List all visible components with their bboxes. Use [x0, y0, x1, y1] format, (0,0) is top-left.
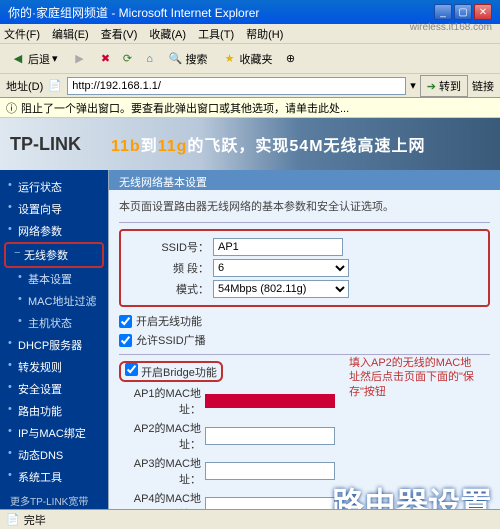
ap1-mac-label: AP1的MAC地址： [119, 385, 201, 417]
wireless-checkbox[interactable] [119, 315, 132, 328]
minimize-button[interactable]: _ [434, 4, 452, 20]
close-button[interactable]: ✕ [474, 4, 492, 20]
window-titlebar: 你的·家庭组网频道 - Microsoft Internet Explorer … [0, 0, 500, 24]
banner-text: 11b到11g的飞跃，实现54M无线高速上网 [111, 132, 426, 156]
sidebar-item-basic[interactable]: 基本设置 [0, 268, 108, 290]
ssid-broadcast-label: 允许SSID广播 [136, 332, 206, 348]
mode-label: 模式： [127, 281, 209, 297]
logo: TP-LINK [10, 134, 81, 155]
addressbar: 地址(D) 📄 ▾ ➔ 转到 链接 [0, 74, 500, 98]
channel-select[interactable]: 6 [213, 259, 349, 277]
sidebar-item-ipmac[interactable]: IP与MAC绑定 [0, 422, 108, 444]
sidebar-item-network[interactable]: 网络参数 [0, 220, 108, 242]
panel-title: 无线网络基本设置 [109, 170, 500, 190]
go-button[interactable]: ➔ 转到 [420, 75, 468, 97]
links-label[interactable]: 链接 [472, 78, 494, 94]
menu-tools[interactable]: 工具(T) [198, 26, 234, 42]
ssid-input[interactable] [213, 238, 343, 256]
done-icon: 📄 [6, 513, 20, 526]
sidebar-item-macfilter[interactable]: MAC地址过滤 [0, 290, 108, 312]
infobar[interactable]: ⓘ 阻止了一个弹出窗口。要查看此弹出窗口或其他选项，请单击此处... [0, 98, 500, 118]
menu-file[interactable]: 文件(F) [4, 26, 40, 42]
bridge-highlight: 开启Bridge功能 [119, 361, 223, 382]
go-icon: ➔ [427, 81, 436, 93]
sidebar-item-ddns[interactable]: 动态DNS [0, 444, 108, 466]
star-icon: ★ [222, 51, 238, 67]
ssid-broadcast-checkbox[interactable] [119, 334, 132, 347]
ap2-mac-input[interactable] [205, 427, 335, 445]
maximize-button[interactable]: ▢ [454, 4, 472, 20]
info-icon: ⓘ [6, 100, 17, 116]
stop-icon[interactable]: ✖ [98, 51, 114, 67]
window-controls: _ ▢ ✕ [434, 4, 492, 20]
menu-edit[interactable]: 编辑(E) [52, 26, 89, 42]
back-button[interactable]: ◀ 后退 ▾ [6, 49, 62, 69]
sidebar-item-dhcp[interactable]: DHCP服务器 [0, 334, 108, 356]
history-icon[interactable]: ⊕ [283, 51, 299, 67]
ap4-mac-input[interactable] [205, 497, 335, 509]
favorites-button[interactable]: ★收藏夹 [218, 49, 277, 69]
search-icon: 🔍 [168, 51, 184, 67]
ap3-mac-label: AP3的MAC地址： [119, 455, 201, 487]
statusbar: 📄 完毕 [0, 509, 500, 529]
sidebar-item-routing[interactable]: 路由功能 [0, 400, 108, 422]
window-title: 你的·家庭组网频道 - Microsoft Internet Explorer [8, 4, 259, 21]
watermark-top: wireless.it168.com [410, 22, 492, 33]
sidebar-item-wireless[interactable]: 无线参数 [4, 242, 104, 268]
banner: TP-LINK 11b到11g的飞跃，实现54M无线高速上网 [0, 118, 500, 170]
main-panel: 无线网络基本设置 本页面设置路由器无线网络的基本参数和安全认证选项。 SSID号… [108, 170, 500, 509]
ssid-group-highlight: SSID号： 频 段：6 模式：54Mbps (802.11g) [119, 229, 490, 307]
status-text: 完毕 [24, 512, 46, 528]
sidebar-item-forward[interactable]: 转发规则 [0, 356, 108, 378]
ap3-mac-input[interactable] [205, 462, 335, 480]
menu-fav[interactable]: 收藏(A) [149, 26, 186, 42]
sidebar-item-security[interactable]: 安全设置 [0, 378, 108, 400]
refresh-icon[interactable]: ⟳ [120, 51, 136, 67]
address-label: 地址(D) [6, 78, 43, 94]
menu-view[interactable]: 查看(V) [101, 26, 138, 42]
home-icon[interactable]: ⌂ [142, 51, 158, 67]
menu-help[interactable]: 帮助(H) [246, 26, 283, 42]
toolbar: ◀ 后退 ▾ ▶ ✖ ⟳ ⌂ 🔍搜索 ★收藏夹 ⊕ [0, 44, 500, 74]
ssid-label: SSID号： [127, 239, 209, 255]
panel-desc: 本页面设置路由器无线网络的基本参数和安全认证选项。 [119, 198, 490, 214]
ap4-mac-label: AP4的MAC地址： [119, 490, 201, 509]
search-button[interactable]: 🔍搜索 [164, 49, 212, 69]
chevron-down-icon: ▾ [52, 52, 58, 65]
sidebar-item-system[interactable]: 系统工具 [0, 466, 108, 488]
back-icon: ◀ [10, 51, 26, 67]
sidebar-note[interactable]: 更多TP-LINK宽带路由器，请点击查看 >> [0, 488, 108, 509]
wireless-label: 开启无线功能 [136, 313, 202, 329]
mode-select[interactable]: 54Mbps (802.11g) [213, 280, 349, 298]
bridge-label: 开启Bridge功能 [141, 367, 217, 379]
ap2-mac-label: AP2的MAC地址： [119, 420, 201, 452]
sidebar: 运行状态 设置向导 网络参数 无线参数 基本设置 MAC地址过滤 主机状态 DH… [0, 170, 108, 509]
annotation-text: 填入AP2的无线的MAC地址然后点击页面下面的"保存"按钮 [349, 356, 479, 399]
forward-icon: ▶ [72, 51, 88, 67]
address-input[interactable] [67, 77, 406, 95]
channel-label: 频 段： [127, 260, 209, 276]
infobar-text: 阻止了一个弹出窗口。要查看此弹出窗口或其他选项，请单击此处... [21, 100, 349, 116]
bridge-checkbox[interactable] [125, 363, 138, 376]
sidebar-item-wizard[interactable]: 设置向导 [0, 198, 108, 220]
page-icon: 📄 [47, 78, 63, 94]
ap1-mac-input[interactable] [205, 394, 335, 408]
forward-button[interactable]: ▶ [68, 49, 92, 69]
sidebar-item-hoststatus[interactable]: 主机状态 [0, 312, 108, 334]
sidebar-item-status[interactable]: 运行状态 [0, 176, 108, 198]
chevron-down-icon[interactable]: ▾ [410, 79, 416, 92]
